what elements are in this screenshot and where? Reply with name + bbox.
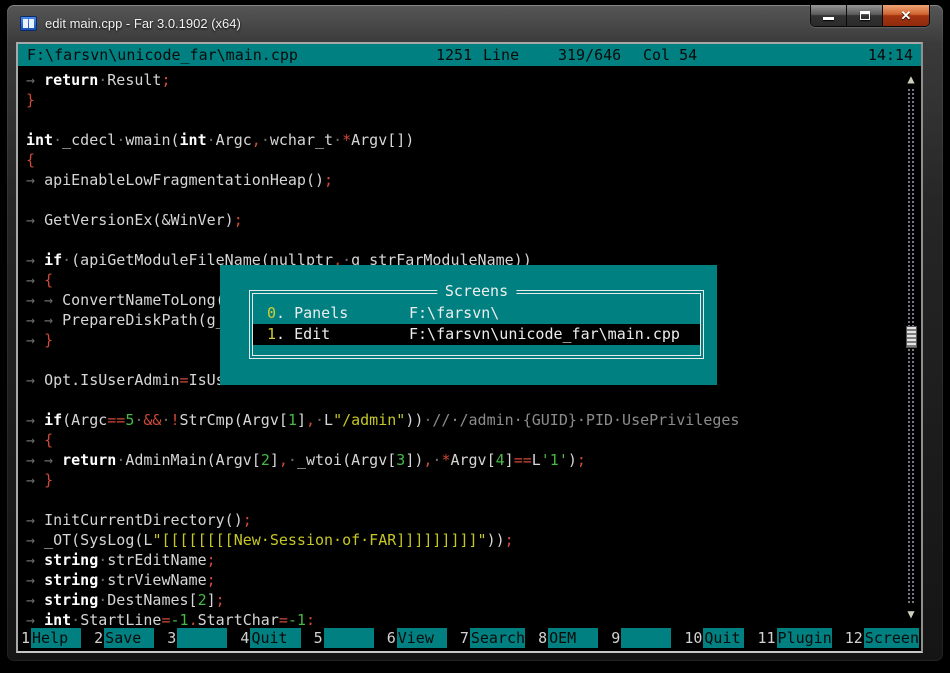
screens-dialog-title: Screens [437,282,516,300]
header-filename: F:\farsvn\unicode_far\main.cpp [27,44,298,66]
header-clock: 14:14 [868,44,913,66]
window-controls: ✕ [810,5,930,27]
keybar: 1Help 2Save 3 4Quit 5 6View 7Search 8OEM 9 10Quit… [18,627,921,649]
fkey-6-button[interactable]: 6View [386,628,447,648]
code-line [26,190,921,210]
header-line-value: 319/646 [558,44,621,66]
close-icon: ✕ [901,9,912,22]
fkey-3-button[interactable]: 3 [166,628,227,648]
far-window: edit main.cpp - Far 3.0.1902 (x64) ✕ F:\… [6,4,944,662]
code-line [26,230,921,250]
title-bar[interactable]: edit main.cpp - Far 3.0.1902 (x64) [7,5,943,41]
code-line: } [26,90,921,110]
fkey-5-button[interactable]: 5 [313,628,374,648]
code-line: → string·DestNames[2]; [26,590,921,610]
code-line: → string·strViewName; [26,570,921,590]
minimize-button[interactable] [811,5,847,26]
screens-list-item[interactable]: 1. EditF:\farsvn\unicode_far\main.cpp [253,324,700,345]
code-line: → if(Argc==5·&&·!StrCmp(Argv[1],·L"/admi… [26,410,921,430]
code-line: → apiEnableLowFragmentationHeap(); [26,170,921,190]
header-column: Col 54 [643,44,697,66]
minimize-icon [823,17,834,20]
far-app-icon [20,16,37,31]
fkey-12-button[interactable]: 12Screen [844,628,919,648]
code-line [26,110,921,130]
editor-status-bar: F:\farsvn\unicode_far\main.cpp 1251 Line… [18,44,921,66]
fkey-7-button[interactable]: 7Search [459,628,525,648]
arrow-down-icon: ▼ [907,607,914,621]
code-line: → int·StartLine=-1,StartChar=-1; [26,610,921,625]
window-title: edit main.cpp - Far 3.0.1902 (x64) [45,16,241,31]
fkey-8-button[interactable]: 8OEM [537,628,598,648]
code-line: → GetVersionEx(&WinVer); [26,210,921,230]
fkey-2-button[interactable]: 2Save [93,628,154,648]
fkey-1-button[interactable]: 1Help [20,628,81,648]
screens-list: 0. PanelsF:\farsvn\1. EditF:\farsvn\unic… [253,303,700,345]
code-line: → return·Result; [26,70,921,90]
code-line: → → return·AdminMain(Argv[2],·_wtoi(Argv… [26,450,921,470]
console: F:\farsvn\unicode_far\main.cpp 1251 Line… [16,42,923,653]
close-button[interactable]: ✕ [883,5,929,26]
maximize-button[interactable] [847,5,883,26]
screens-dialog-box: Screens 0. PanelsF:\farsvn\1. EditF:\far… [249,290,704,359]
fkey-9-button[interactable]: 9 [610,628,671,648]
scrollbar-thumb[interactable] [906,326,917,348]
code-line: → InitCurrentDirectory(); [26,510,921,530]
scroll-down-button[interactable]: ▼ [903,605,919,623]
header-codepage: 1251 [436,44,472,66]
code-line: { [26,150,921,170]
header-line-label: Line [483,44,519,66]
scrollbar-track[interactable] [907,88,916,605]
code-line [26,390,921,410]
scroll-up-button[interactable]: ▲ [903,70,919,88]
code-line: → } [26,470,921,490]
code-line: int·_cdecl·wmain(int·Argc,·wchar_t·*Argv… [26,130,921,150]
code-line: → string·strEditName; [26,550,921,570]
screens-dialog: Screens 0. PanelsF:\farsvn\1. EditF:\far… [220,265,717,385]
maximize-icon [860,11,870,20]
code-line: → _OT(SysLog(L"[[[[[[[[New·Session·of·FA… [26,530,921,550]
arrow-up-icon: ▲ [907,72,914,86]
code-line [26,490,921,510]
fkey-4-button[interactable]: 4Quit [239,628,300,648]
scrollbar: ▲ ▼ [903,70,919,623]
code-line: → { [26,430,921,450]
screens-list-item[interactable]: 0. PanelsF:\farsvn\ [253,303,700,324]
fkey-10-button[interactable]: 10Quit [683,628,744,648]
fkey-11-button[interactable]: 11Plugin [756,628,831,648]
